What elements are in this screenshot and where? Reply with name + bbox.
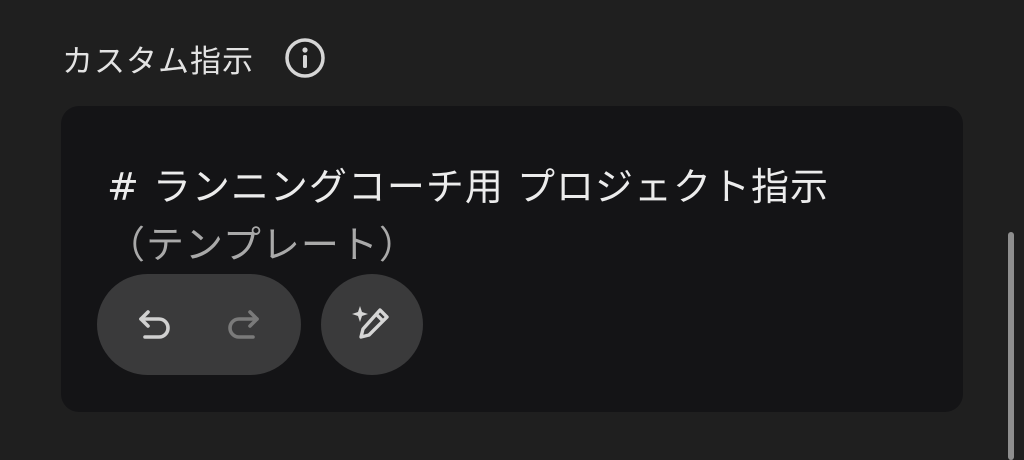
instructions-text[interactable]: # ランニングコーチ用 プロジェクト指示 （テンプレート） <box>107 158 907 274</box>
section-title: カスタム指示 <box>62 43 254 80</box>
undo-button[interactable] <box>122 292 188 358</box>
instructions-line-1: # ランニングコーチ用 プロジェクト指示 <box>107 165 829 209</box>
info-icon[interactable] <box>284 37 326 79</box>
instructions-line-2: （テンプレート） <box>107 223 418 267</box>
section-header: カスタム指示 <box>62 34 326 82</box>
ai-edit-button[interactable] <box>321 274 423 375</box>
redo-button[interactable] <box>210 292 276 358</box>
custom-instructions-panel: カスタム指示 # ランニングコーチ用 プロジェクト指示 （テンプレート） <box>0 0 1024 460</box>
instructions-editor[interactable]: # ランニングコーチ用 プロジェクト指示 （テンプレート） <box>61 106 963 412</box>
history-controls <box>97 274 301 375</box>
undo-icon <box>139 309 170 339</box>
sparkle-pencil-icon <box>352 305 389 339</box>
scrollbar[interactable] <box>1008 232 1014 460</box>
redo-icon <box>228 309 259 339</box>
